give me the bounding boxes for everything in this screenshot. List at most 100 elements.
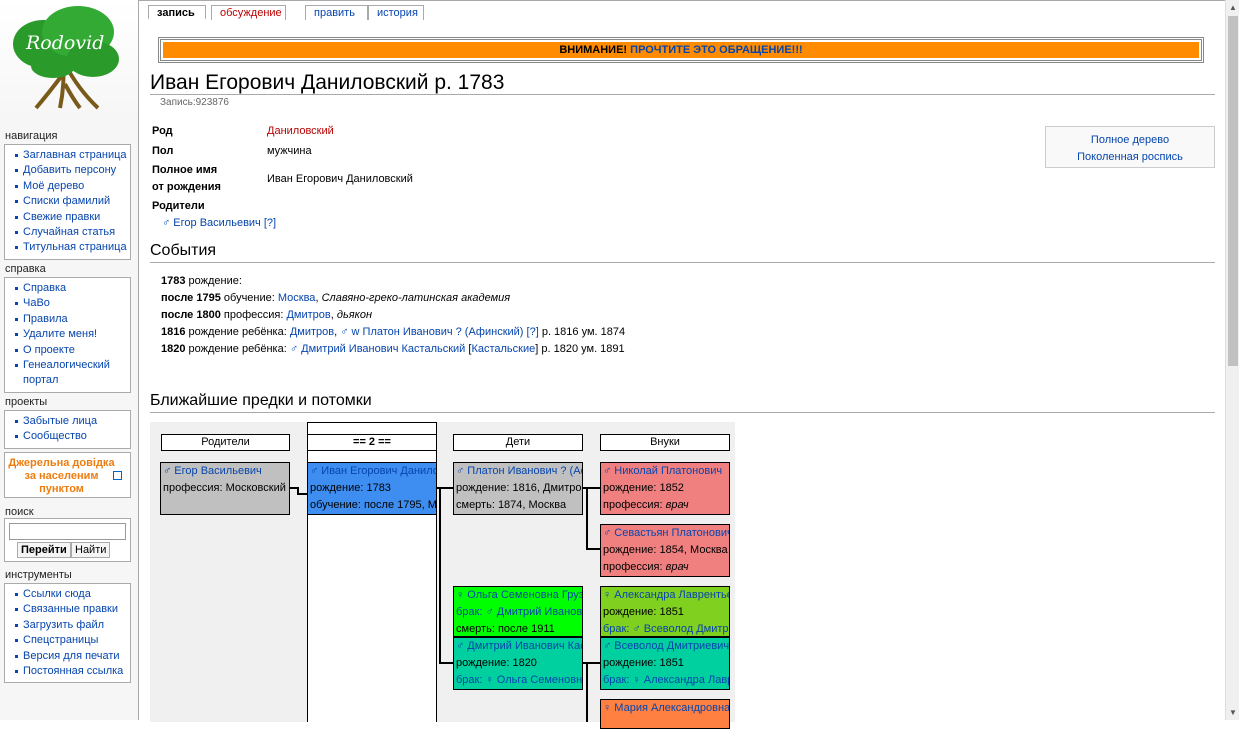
events-heading: События: [150, 242, 1215, 263]
tab-history[interactable]: история: [368, 5, 424, 20]
go-button[interactable]: Перейти: [17, 542, 71, 558]
tree-grandchild-4[interactable]: ♂ Всеволод Дмитриевич рождение: 1851 бра…: [600, 637, 730, 690]
projects-heading: проекты: [5, 396, 48, 408]
tab-discussion[interactable]: обсуждение: [211, 5, 286, 20]
event-child-1-ref[interactable]: [?]: [527, 326, 539, 338]
generations-link[interactable]: Поколенная роспись: [1046, 149, 1214, 166]
fullname-value: Иван Егорович Даниловский: [267, 173, 413, 185]
event-child-1-place[interactable]: Дмитров: [290, 326, 334, 338]
event-birth: 1783 рождение:: [161, 275, 242, 287]
help-item-delete-me[interactable]: Удалите меня!: [11, 327, 128, 342]
tools-item-related-changes[interactable]: Связанные правки: [11, 602, 128, 617]
nav-item-main-page[interactable]: Заглавная страница: [11, 148, 128, 163]
sidebar: Rodovid навигация Заглавная страница Доб…: [0, 0, 138, 720]
full-tree-link[interactable]: Полное дерево: [1046, 132, 1214, 149]
tools-item-print[interactable]: Версия для печати: [11, 649, 128, 664]
parents-label: Родители: [152, 200, 205, 212]
event-education-place[interactable]: Москва: [278, 292, 316, 304]
tree-heading: Ближайшие предки и потомки: [150, 392, 1215, 413]
nav-heading: навигация: [5, 130, 58, 142]
nav-portlet: Заглавная страница Добавить персону Моё …: [4, 144, 131, 260]
connector: [439, 662, 453, 664]
tree-links-box: Полное дерево Поколенная роспись: [1045, 126, 1215, 168]
find-button[interactable]: Найти: [71, 542, 111, 558]
family-tree: Родители == 2 == Дети Внуки ♂ Егор Васил…: [150, 422, 735, 729]
event-child-2-link[interactable]: ♂ Дмитрий Иванович Кастальский: [290, 343, 465, 355]
parent-link[interactable]: ♂ Егор Васильевич: [162, 217, 261, 229]
help-item-rules[interactable]: Правила: [11, 312, 128, 327]
tree-child-2-spouse[interactable]: ♀ Ольга Семеновна Грузинская брак: ♂ Дми…: [453, 586, 583, 637]
djerelna-link[interactable]: Джерельна довідка за населеним пунктом: [4, 452, 131, 498]
help-heading: справка: [5, 263, 46, 275]
nav-item-surnames[interactable]: Списки фамилий: [11, 194, 128, 209]
sex-value: мужчина: [267, 145, 312, 157]
nav-item-recent-changes[interactable]: Свежие правки: [11, 210, 128, 225]
tools-item-special[interactable]: Спецстраницы: [11, 633, 128, 648]
help-item-help[interactable]: Справка: [11, 281, 128, 296]
help-portlet: Справка ЧаВо Правила Удалите меня! О про…: [4, 277, 131, 393]
tree-parent-1[interactable]: ♂ Егор Васильевич профессия: Московский: [160, 462, 290, 515]
sex-label: Пол: [152, 145, 174, 157]
connector: [297, 493, 307, 495]
search-heading: поиск: [5, 506, 34, 518]
nav-item-my-tree[interactable]: Моё дерево: [11, 179, 128, 194]
vertical-scrollbar[interactable]: ▲ ▼: [1225, 0, 1239, 720]
parent-ref[interactable]: [?]: [264, 217, 276, 229]
help-item-about[interactable]: О проекте: [11, 343, 128, 358]
help-item-faq[interactable]: ЧаВо: [11, 296, 128, 311]
tab-edit[interactable]: править: [305, 5, 368, 20]
scroll-down-icon[interactable]: ▼: [1229, 708, 1237, 717]
event-education: после 1795 обучение: Москва, Славяно-гре…: [161, 292, 511, 304]
connector: [586, 548, 600, 550]
event-child-2-clan[interactable]: Кастальские: [471, 343, 535, 355]
connector: [586, 662, 588, 722]
scroll-up-icon[interactable]: ▲: [1229, 3, 1237, 12]
connector: [586, 487, 588, 549]
search-portlet: Перейти Найти: [4, 518, 131, 562]
tree-self[interactable]: ♂ Иван Егорович Даниловский рождение: 17…: [307, 462, 437, 515]
fullname-label-2: от рождения: [152, 181, 221, 193]
tree-grandchild-2[interactable]: ♂ Севастьян Платонович рождение: 1854, М…: [600, 524, 730, 577]
col-grandchildren: Внуки: [600, 434, 730, 451]
tools-heading: инструменты: [5, 569, 72, 581]
event-profession: после 1800 профессия: Дмитров, дьякон: [161, 309, 372, 321]
tree-grandchild-1[interactable]: ♂ Николай Платонович рождение: 1852 проф…: [600, 462, 730, 515]
nav-item-title-page[interactable]: Титульная страница: [11, 240, 128, 255]
tree-child-1[interactable]: ♂ Платон Иванович ? (Афинский) рождение:…: [453, 462, 583, 515]
tree-grandchild-3-spouse[interactable]: ♀ Александра Лаврентьевна рождение: 1851…: [600, 586, 730, 637]
tools-item-permalink[interactable]: Постоянная ссылка: [11, 664, 128, 679]
nav-item-add-person[interactable]: Добавить персону: [11, 163, 128, 178]
notice-link[interactable]: ПРОЧТИТЕ ЭТО ОБРАЩЕНИЕ!!!: [630, 44, 803, 56]
tab-record[interactable]: запись: [148, 5, 206, 20]
connector: [439, 487, 441, 663]
col-self: == 2 ==: [307, 434, 437, 451]
col-children: Дети: [453, 434, 583, 451]
record-id: Запись:923876: [160, 97, 229, 108]
event-child-1: 1816 рождение ребёнка: Дмитров, ♂ w Плат…: [161, 326, 626, 338]
col-parents: Родители: [161, 434, 290, 451]
notice-banner: ВНИМАНИЕ! ПРОЧТИТЕ ЭТО ОБРАЩЕНИЕ!!!: [158, 37, 1204, 63]
help-item-portal[interactable]: Генеалогический портал: [11, 358, 128, 389]
event-child-1-link[interactable]: ♂ w Платон Иванович ? (Афинский): [340, 326, 523, 338]
djerelna-text: Джерельна довідка за населеним пунктом: [8, 457, 115, 495]
svg-text:Rodovid: Rodovid: [25, 32, 104, 54]
rod-label: Род: [152, 125, 173, 137]
rod-value[interactable]: Даниловский: [267, 125, 334, 137]
fullname-label-1: Полное имя: [152, 164, 218, 176]
notice-attention: ВНИМАНИЕ!: [559, 44, 628, 56]
rodovid-logo[interactable]: Rodovid: [8, 4, 126, 112]
tree-child-3[interactable]: ♂ Дмитрий Иванович Кастальский рождение:…: [453, 637, 583, 690]
projects-item-forgotten[interactable]: Забытые лица: [11, 414, 128, 429]
event-profession-place[interactable]: Дмитров: [286, 309, 330, 321]
nav-item-random[interactable]: Случайная статья: [11, 225, 128, 240]
external-link-icon: [113, 471, 122, 480]
projects-item-community[interactable]: Сообщество: [11, 429, 128, 444]
tools-item-upload[interactable]: Загрузить файл: [11, 618, 128, 633]
scrollbar-thumb[interactable]: [1228, 16, 1238, 366]
event-child-2: 1820 рождение ребёнка: ♂ Дмитрий Иванови…: [161, 343, 625, 355]
search-input[interactable]: [9, 523, 126, 540]
tools-item-whatlinkshere[interactable]: Ссылки сюда: [11, 587, 128, 602]
tools-portlet: Ссылки сюда Связанные правки Загрузить ф…: [4, 583, 131, 684]
page-title: Иван Егорович Даниловский р. 1783: [150, 72, 1215, 95]
tree-grandchild-5[interactable]: ♀ Мария Александровна: [600, 699, 730, 729]
